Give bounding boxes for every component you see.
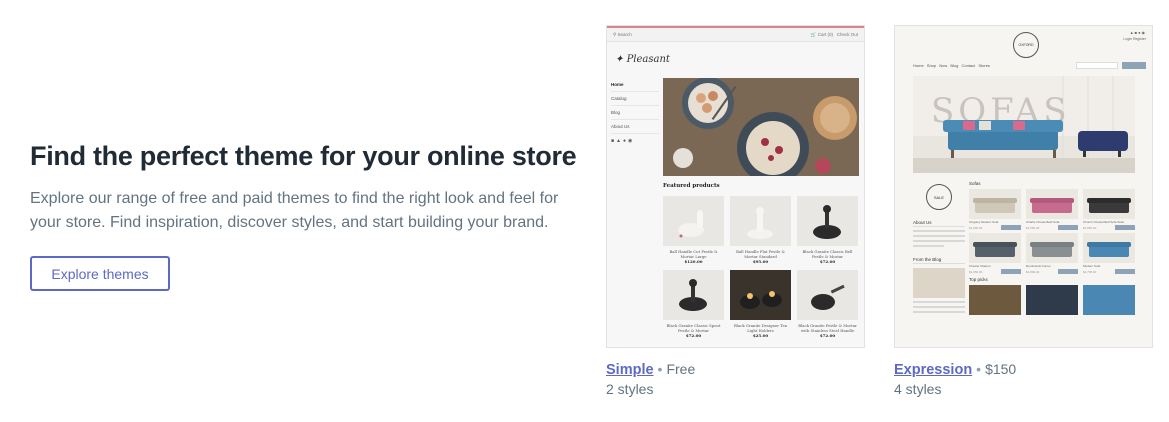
hero-section: Find the perfect theme for your online s… (30, 138, 590, 291)
theme-styles-count: 4 styles (894, 381, 942, 397)
preview-sale-badge: SALE (926, 184, 952, 210)
preview-product: Ball Handle Cut Pestle & Mortar Large $1… (663, 196, 724, 264)
preview-header-bar: ⚲ Search 🛒 Cart (0) Check Out (607, 28, 864, 42)
preview-product: Rembrandt Corner $1,899.00 (1026, 233, 1078, 274)
preview-search-input (1076, 62, 1118, 69)
preview-product (1026, 285, 1078, 315)
preview-nav-item: About Us (611, 120, 659, 134)
hero-description: Explore our range of free and paid theme… (30, 190, 559, 231)
preview-product: Black Granite Classic Spout Pestle & Mor… (663, 270, 724, 338)
theme-card-simple[interactable]: ⚲ Search 🛒 Cart (0) Check Out ✦ Pleasant… (606, 25, 865, 399)
preview-social-icons: ■▲●◉ (611, 138, 635, 144)
preview-search: ⚲ Search (613, 31, 632, 37)
preview-product (1083, 285, 1135, 315)
preview-product-grid: Ball Handle Cut Pestle & Mortar Large $1… (663, 196, 859, 338)
preview-top-picks-heading: Top picks (969, 277, 988, 282)
preview-nav-item: Catalog (611, 92, 659, 106)
preview-product: Modern Sofa $2,795.00 (1083, 233, 1135, 274)
separator-dot: • (657, 361, 663, 377)
preview-sidebar: SALE About Us From the Blog (913, 181, 965, 313)
preview-sidebar: Home Catalog Blog About Us ■▲●◉ (611, 78, 659, 148)
preview-hero-image: SOFAS (913, 76, 1135, 173)
theme-preview-simple[interactable]: ⚲ Search 🛒 Cart (0) Check Out ✦ Pleasant… (606, 25, 865, 348)
preview-logo: ✦ Pleasant (615, 54, 670, 65)
preview-nav: Home Shop Now Blog Contact Stores (913, 63, 990, 68)
theme-link-simple[interactable]: Simple (606, 362, 654, 378)
preview-blog-heading: From the Blog (913, 257, 965, 264)
preview-featured-heading: Featured products (663, 183, 720, 189)
preview-login: Login Register (1123, 37, 1146, 41)
preview-product-area: Sofas Kingsley Modern Sofa $1,695.00 Cha… (969, 181, 1135, 318)
preview-about-heading: About Us (913, 220, 965, 227)
theme-card-expression[interactable]: ▲■●◉ Login Register OXFORD Home Shop Now… (894, 25, 1153, 399)
preview-product: Ball Handle Flat Pestle & Mortar Standar… (730, 196, 791, 264)
theme-price: Free (666, 361, 696, 377)
preview-logo: OXFORD (1013, 32, 1039, 58)
theme-preview-expression[interactable]: ▲■●◉ Login Register OXFORD Home Shop Now… (894, 25, 1153, 348)
preview-product: Kingsley Modern Sofa $1,695.00 (969, 189, 1021, 230)
theme-meta-simple: Simple • Free 2 styles (606, 360, 865, 399)
page-title: Find the perfect theme for your online s… (30, 141, 577, 171)
theme-price: $150 (985, 361, 1017, 377)
preview-product (969, 285, 1021, 315)
preview-product: Black Granite Designer Tea Light Holders… (730, 270, 791, 338)
preview-nav-item: Blog (611, 106, 659, 120)
preview-nav-item: Home (611, 78, 659, 92)
preview-search-button (1122, 62, 1146, 69)
separator-dot: • (976, 361, 982, 377)
theme-link-expression[interactable]: Expression (894, 362, 972, 378)
theme-styles-count: 2 styles (606, 381, 654, 397)
preview-blog-image (913, 268, 965, 298)
preview-social-icons: ▲■●◉ (1129, 30, 1146, 35)
preview-product: Black Granite Classic Bell Pestle & Mort… (797, 196, 858, 264)
theme-meta-expression: Expression • $150 4 styles (894, 360, 1153, 399)
preview-product: Church Chesterfield Sofa Suite $1,850.00 (1083, 189, 1135, 230)
preview-cart: 🛒 Cart (0) Check Out (810, 31, 858, 37)
preview-product: Charlie Chesterfield Sofa $1,550.00 (1026, 189, 1078, 230)
explore-themes-button[interactable]: Explore themes (30, 256, 170, 291)
preview-product: Chester Modern $1,650.00 (969, 233, 1021, 274)
preview-product: Black Granite Pestle & Mortar with Stain… (797, 270, 858, 338)
preview-hero-image (663, 78, 859, 176)
preview-sofas-heading: Sofas (969, 181, 981, 186)
